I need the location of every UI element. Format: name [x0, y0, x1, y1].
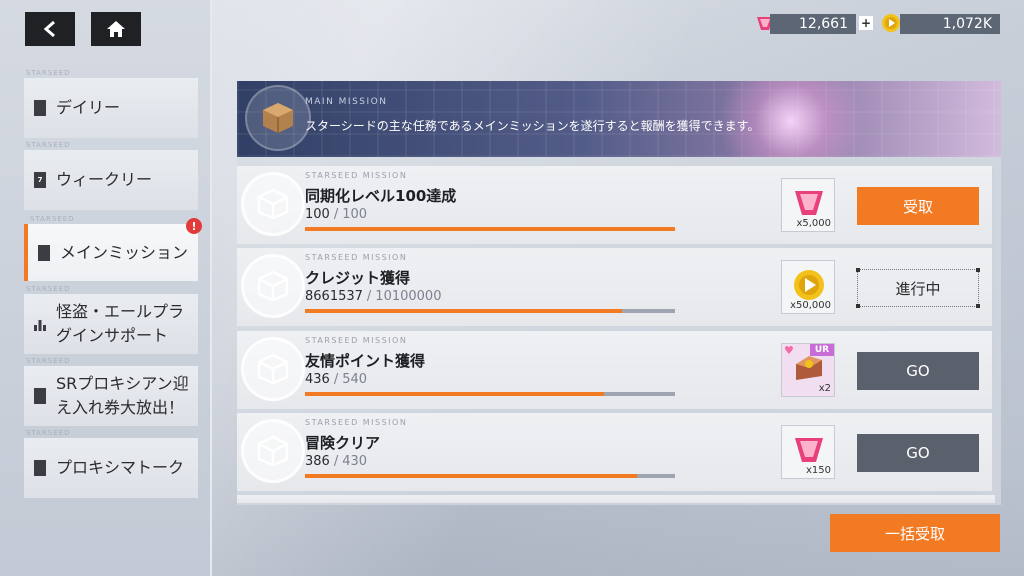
banner-tag: MAIN MISSION [305, 97, 388, 107]
progress-current: 386 [305, 454, 330, 469]
mission-progress-text: 100/100 [305, 207, 368, 222]
progress-total: 10100000 [375, 289, 442, 304]
add-gems-button[interactable]: + [859, 16, 873, 30]
mission-title: 友情ポイント獲得 [305, 352, 426, 370]
progress-fill [305, 392, 604, 396]
go-button[interactable]: GO [857, 434, 979, 472]
box-icon [241, 254, 305, 318]
go-button[interactable]: GO [857, 352, 979, 390]
sidebar-item-proxima-talk[interactable]: STARSEED プロキシマトーク [24, 429, 198, 498]
claim-button[interactable]: 受取 [857, 187, 979, 225]
sidebar-item-label: ウィークリー [56, 170, 153, 189]
mission-title: 冒険クリア [305, 434, 381, 452]
mission-progress-text: 8661537/10100000 [305, 289, 442, 304]
progress-fill [305, 474, 637, 478]
alert-badge: ! [186, 218, 202, 234]
mission-progress-text: 436/540 [305, 372, 368, 387]
sidebar-item-label: 怪盗・エールプラグインサポート [56, 302, 185, 345]
corner-marker [856, 304, 860, 308]
gem-icon [795, 438, 823, 462]
mission-row: STARSEED MISSION クレジット獲得 8661537/1010000… [237, 248, 995, 326]
sidebar-item-label: SRプロキシアン迎え入れ券大放出！ [56, 374, 189, 417]
claim-all-button[interactable]: 一括受取 [830, 514, 1000, 552]
mission-tag: STARSEED MISSION [305, 418, 408, 427]
sidebar-item-label: デイリー [56, 98, 121, 117]
corner-marker [976, 304, 980, 308]
calendar-icon: 7 [34, 172, 46, 188]
home-icon [107, 21, 125, 37]
nav-tag: STARSEED [30, 215, 75, 223]
mission-tag: STARSEED MISSION [305, 171, 408, 180]
nav-tag: STARSEED [26, 285, 71, 293]
sidebar-item-daily[interactable]: STARSEED デイリー [24, 69, 198, 138]
nav-tag: STARSEED [26, 69, 71, 77]
reward-quantity: x150 [805, 465, 831, 476]
document-icon [34, 100, 46, 116]
box-icon [241, 419, 305, 483]
progress-bar [305, 309, 675, 313]
mission-row: STARSEED MISSION 冒険クリア 386/430 x150 GO [237, 413, 995, 491]
back-button[interactable] [25, 12, 75, 46]
mission-title: クレジット獲得 [305, 269, 411, 287]
nav-tag: STARSEED [26, 141, 71, 149]
back-arrow-icon [43, 20, 55, 38]
mission-row: STARSEED MISSION 友情ポイント獲得 436/540 ♥ UR x… [237, 331, 995, 409]
banner-description: スターシードの主な任務であるメインミッションを遂行すると報酬を獲得できます。 [305, 119, 760, 133]
reward-quantity: x5,000 [796, 218, 831, 229]
sidebar-item-event-support[interactable]: STARSEED 怪盗・エールプラグインサポート [24, 285, 198, 354]
coin-icon [880, 12, 902, 34]
gem-icon [795, 191, 823, 215]
in-progress-button[interactable]: 進行中 [856, 268, 980, 308]
progress-total: 100 [342, 207, 368, 222]
progress-current: 436 [305, 372, 330, 387]
coin-icon [794, 270, 824, 300]
progress-bar [305, 392, 675, 396]
sidebar-item-main-mission[interactable]: STARSEED メインミッション ! [24, 215, 202, 281]
box-icon [245, 85, 311, 151]
next-row-peek [237, 495, 995, 503]
reward-slot[interactable]: x50,000 [781, 260, 835, 314]
chart-icon [34, 316, 46, 332]
sidebar-item-weekly[interactable]: STARSEED 7 ウィークリー [24, 141, 198, 210]
progress-current: 100 [305, 207, 330, 222]
coin-balance: 1,072K [900, 14, 1000, 34]
progress-total: 430 [342, 454, 368, 469]
reward-quantity: x50,000 [790, 300, 831, 311]
sidebar-item-sr-ticket[interactable]: STARSEED SRプロキシアン迎え入れ券大放出！ [24, 357, 198, 426]
box-icon [241, 337, 305, 401]
list-icon [38, 244, 50, 261]
progress-bar [305, 227, 675, 231]
mission-tag: STARSEED MISSION [305, 253, 408, 262]
progress-current: 8661537 [305, 289, 363, 304]
nav-tag: STARSEED [26, 357, 71, 365]
progress-total: 540 [342, 372, 368, 387]
reward-slot[interactable]: x5,000 [781, 178, 835, 232]
sidebar-item-label: プロキシマトーク [56, 458, 185, 477]
corner-marker [976, 268, 980, 272]
mission-title: 同期化レベル100達成 [305, 187, 457, 205]
corner-marker [856, 268, 860, 272]
document-icon [34, 460, 46, 476]
progress-fill [305, 309, 623, 313]
mission-row: STARSEED MISSION 同期化レベル100達成 100/100 x5,… [237, 166, 995, 244]
reward-quantity: x2 [818, 383, 831, 394]
progress-fill [305, 227, 675, 231]
main-mission-banner: MAIN MISSION スターシードの主な任務であるメインミッションを遂行する… [237, 81, 1001, 157]
reward-slot[interactable]: ♥ UR x2 [781, 343, 835, 397]
mission-progress-text: 386/430 [305, 454, 368, 469]
home-button[interactable] [91, 12, 141, 46]
gem-balance: 12,661 [770, 14, 856, 34]
box-icon [241, 172, 305, 236]
gift-box-icon [796, 356, 822, 380]
reward-slot[interactable]: x150 [781, 425, 835, 479]
progress-bar [305, 474, 675, 478]
mission-tag: STARSEED MISSION [305, 336, 408, 345]
nav-tag: STARSEED [26, 429, 71, 437]
sidebar-item-label: メインミッション [60, 242, 189, 262]
document-icon [34, 388, 46, 404]
